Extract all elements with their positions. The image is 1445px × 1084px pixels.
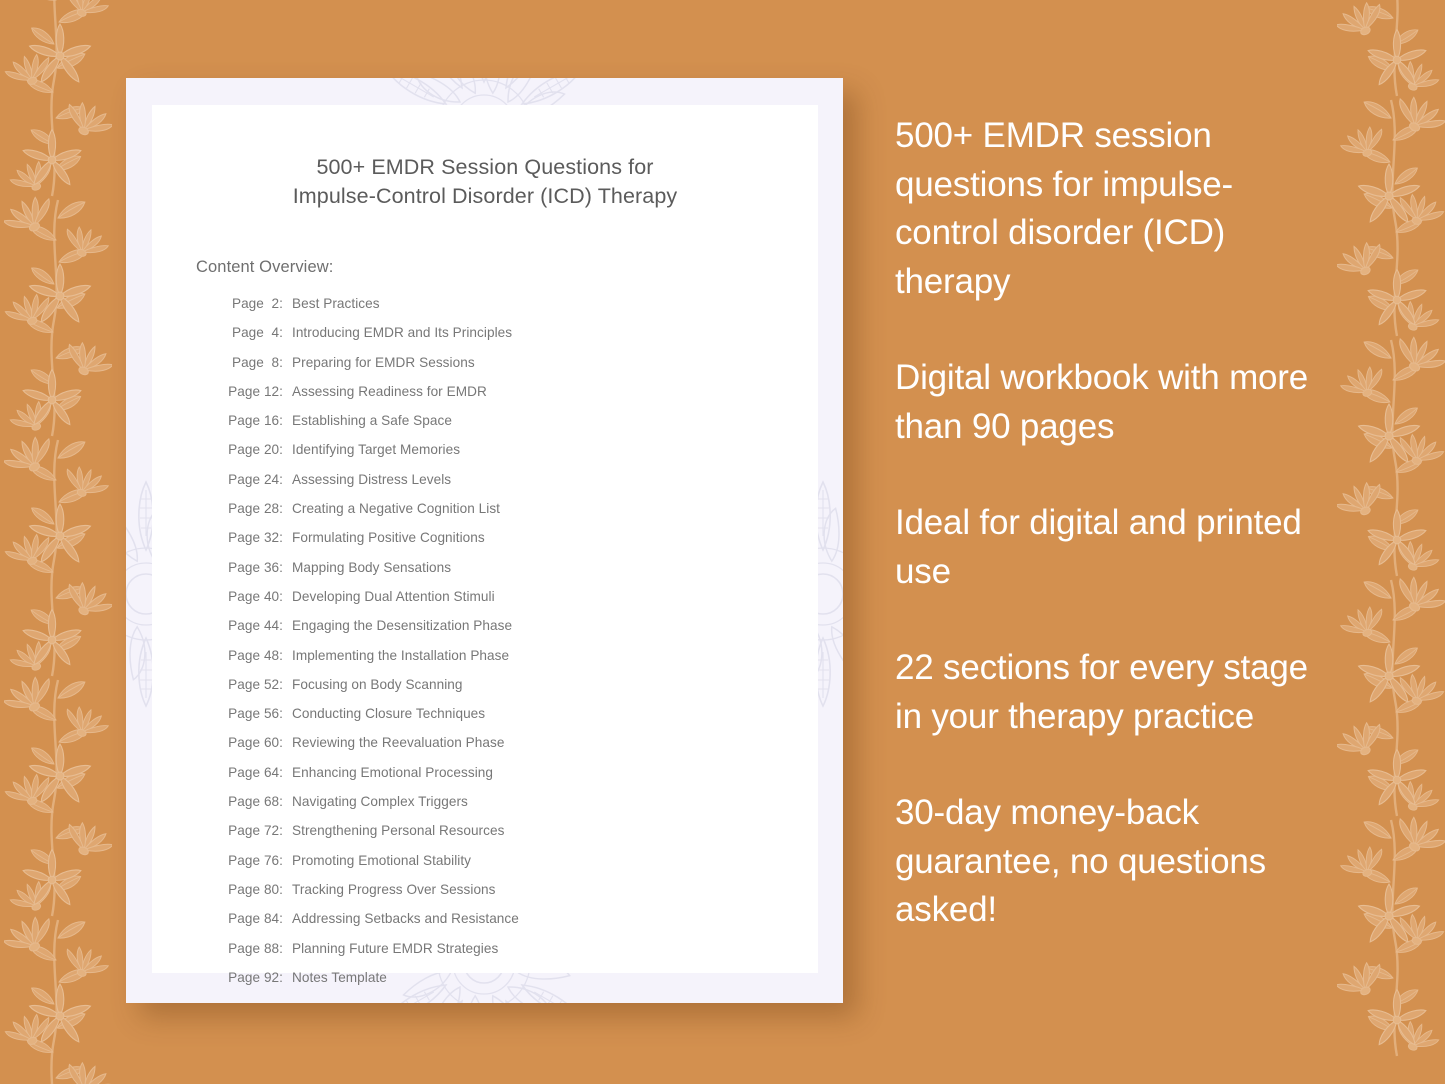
toc-entry: Page 84: Addressing Setbacks and Resistan… [220,911,818,926]
toc-entry: Page 68: Navigating Complex Triggers [220,794,818,809]
toc-entry: Page 72: Strengthening Personal Resources [220,823,818,838]
toc-entry: Page 88: Planning Future EMDR Strategies [220,941,818,956]
toc-entry-title: Planning Future EMDR Strategies [292,940,499,956]
toc-entry-page: Page 32: [228,530,283,546]
toc-entry-page: Page 12: [228,383,283,399]
toc-entry-page: Page 60: [228,735,283,751]
workbook-preview-card: 500+ EMDR Session Questions for Impulse-… [126,78,843,1003]
toc-entry-title: Engaging the Desensitization Phase [292,618,513,634]
toc-entry: Page 12: Assessing Readiness for EMDR [220,384,818,399]
toc-entry-title: Formulating Positive Cognitions [292,530,485,546]
toc-entry-page: Page 24: [228,471,283,487]
toc-entry-page: Page 72: [228,823,283,839]
toc-entry-page: Page 20: [228,442,283,458]
toc-entry-page: Page 92: [228,969,283,985]
feature-highlight-item: Ideal for digital and printed use [895,503,1302,591]
toc-entry-page: Page 44: [228,618,283,634]
toc-entry-title: Assessing Distress Levels [292,471,452,487]
toc-entry-page: Page 4: [231,325,283,341]
toc-entry: Page 40: Developing Dual Attention Stimul… [220,589,818,604]
toc-entry-page: Page 40: [228,588,283,604]
toc-entry: Page 60: Reviewing the Reevaluation Phase [220,735,818,750]
feature-highlights: 500+ EMDR session questions for impulse-… [895,112,1335,935]
toc-entry-page: Page 16: [228,413,283,429]
table-of-contents: Page 2: Best Practices Page 4: Introducing … [220,296,818,985]
toc-entry-page: Page 28: [228,501,283,517]
toc-entry-title: Mapping Body Sensations [292,559,452,575]
toc-entry-title: Navigating Complex Triggers [292,794,468,810]
feature-highlight-item: 30-day money-back guarantee, no question… [895,793,1266,929]
toc-entry: Page 64: Enhancing Emotional Processing [220,765,818,780]
toc-entry: Page 48: Implementing the Installation Ph… [220,648,818,663]
toc-entry-title: Assessing Readiness for EMDR [292,383,487,399]
toc-entry: Page 16: Establishing a Safe Space [220,413,818,428]
toc-entry-title: Enhancing Emotional Processing [292,764,493,780]
floral-vine-border-right [1337,0,1445,1084]
floral-vine-border-left [4,0,112,1084]
toc-entry: Page 52: Focusing on Body Scanning [220,677,818,692]
toc-entry-page: Page 76: [228,852,283,868]
toc-entry-page: Page 2: [231,296,283,311]
toc-entry-title: Developing Dual Attention Stimuli [292,588,495,604]
product-listing-image: 500+ EMDR Session Questions for Impulse-… [0,0,1445,1084]
toc-entry-title: Notes Template [292,969,387,985]
toc-entry: Page 28: Creating a Negative Cognition Li… [220,501,818,516]
content-overview-label: Content Overview: [196,258,334,276]
toc-entry-title: Promoting Emotional Stability [292,852,472,868]
toc-entry: Page 92: Notes Template [220,970,818,985]
toc-entry-title: Focusing on Body Scanning [292,676,463,692]
toc-entry-title: Reviewing the Reevaluation Phase [292,735,505,751]
toc-entry-title: Introducing EMDR and Its Principles [292,325,513,341]
toc-entry: Page 2: Best Practices [220,296,818,311]
page-title-line-2: Impulse-Control Disorder (ICD) Therapy [292,184,678,208]
toc-entry-title: Tracking Progress Over Sessions [292,881,496,897]
toc-entry: Page 24: Assessing Distress Levels [220,472,818,487]
toc-entry: Page 8: Preparing for EMDR Sessions [220,355,818,370]
toc-entry-title: Best Practices [292,296,380,311]
toc-entry: Page 20: Identifying Target Memories [220,442,818,457]
page-title-line-1: 500+ EMDR Session Questions for [316,155,654,179]
toc-entry-page: Page 48: [228,647,283,663]
toc-entry-title: Creating a Negative Cognition List [292,501,500,517]
toc-entry-page: Page 56: [228,706,283,722]
toc-entry-page: Page 52: [228,676,283,692]
toc-entry-page: Page 88: [228,940,283,956]
feature-highlight-item: 22 sections for every stage in your ther… [895,648,1308,736]
toc-entry-title: Strengthening Personal Resources [292,823,505,839]
toc-entry: Page 56: Conducting Closure Techniques [220,706,818,721]
toc-entry-page: Page 64: [228,764,283,780]
toc-entry-page: Page 80: [228,881,283,897]
feature-highlight-item: Digital workbook with more than 90 pages [895,358,1309,446]
toc-entry-page: Page 8: [231,354,283,370]
toc-entry: Page 4: Introducing EMDR and Its Principl… [220,325,818,340]
toc-entry: Page 76: Promoting Emotional Stability [220,853,818,868]
page-title: 500+ EMDR Session Questions for Impulse-… [152,153,818,211]
toc-entry-title: Identifying Target Memories [292,442,461,458]
feature-highlight-item: 500+ EMDR session questions for impulse-… [895,116,1233,301]
toc-entry: Page 32: Formulating Positive Cognitions [220,530,818,545]
toc-entry-title: Preparing for EMDR Sessions [292,354,475,370]
toc-entry-page: Page 84: [228,911,283,927]
toc-entry-title: Establishing a Safe Space [292,413,452,429]
toc-entry-page: Page 36: [228,559,283,575]
document-page: 500+ EMDR Session Questions for Impulse-… [152,105,818,985]
toc-entry-title: Addressing Setbacks and Resistance [292,911,519,927]
toc-entry-title: Implementing the Installation Phase [292,647,510,663]
toc-entry: Page 44: Engaging the Desensitization Pha… [220,618,818,633]
toc-entry: Page 80: Tracking Progress Over Sessions [220,882,818,897]
toc-entry-page: Page 68: [228,794,283,810]
toc-entry-title: Conducting Closure Techniques [292,706,486,722]
toc-entry: Page 36: Mapping Body Sensations [220,560,818,575]
